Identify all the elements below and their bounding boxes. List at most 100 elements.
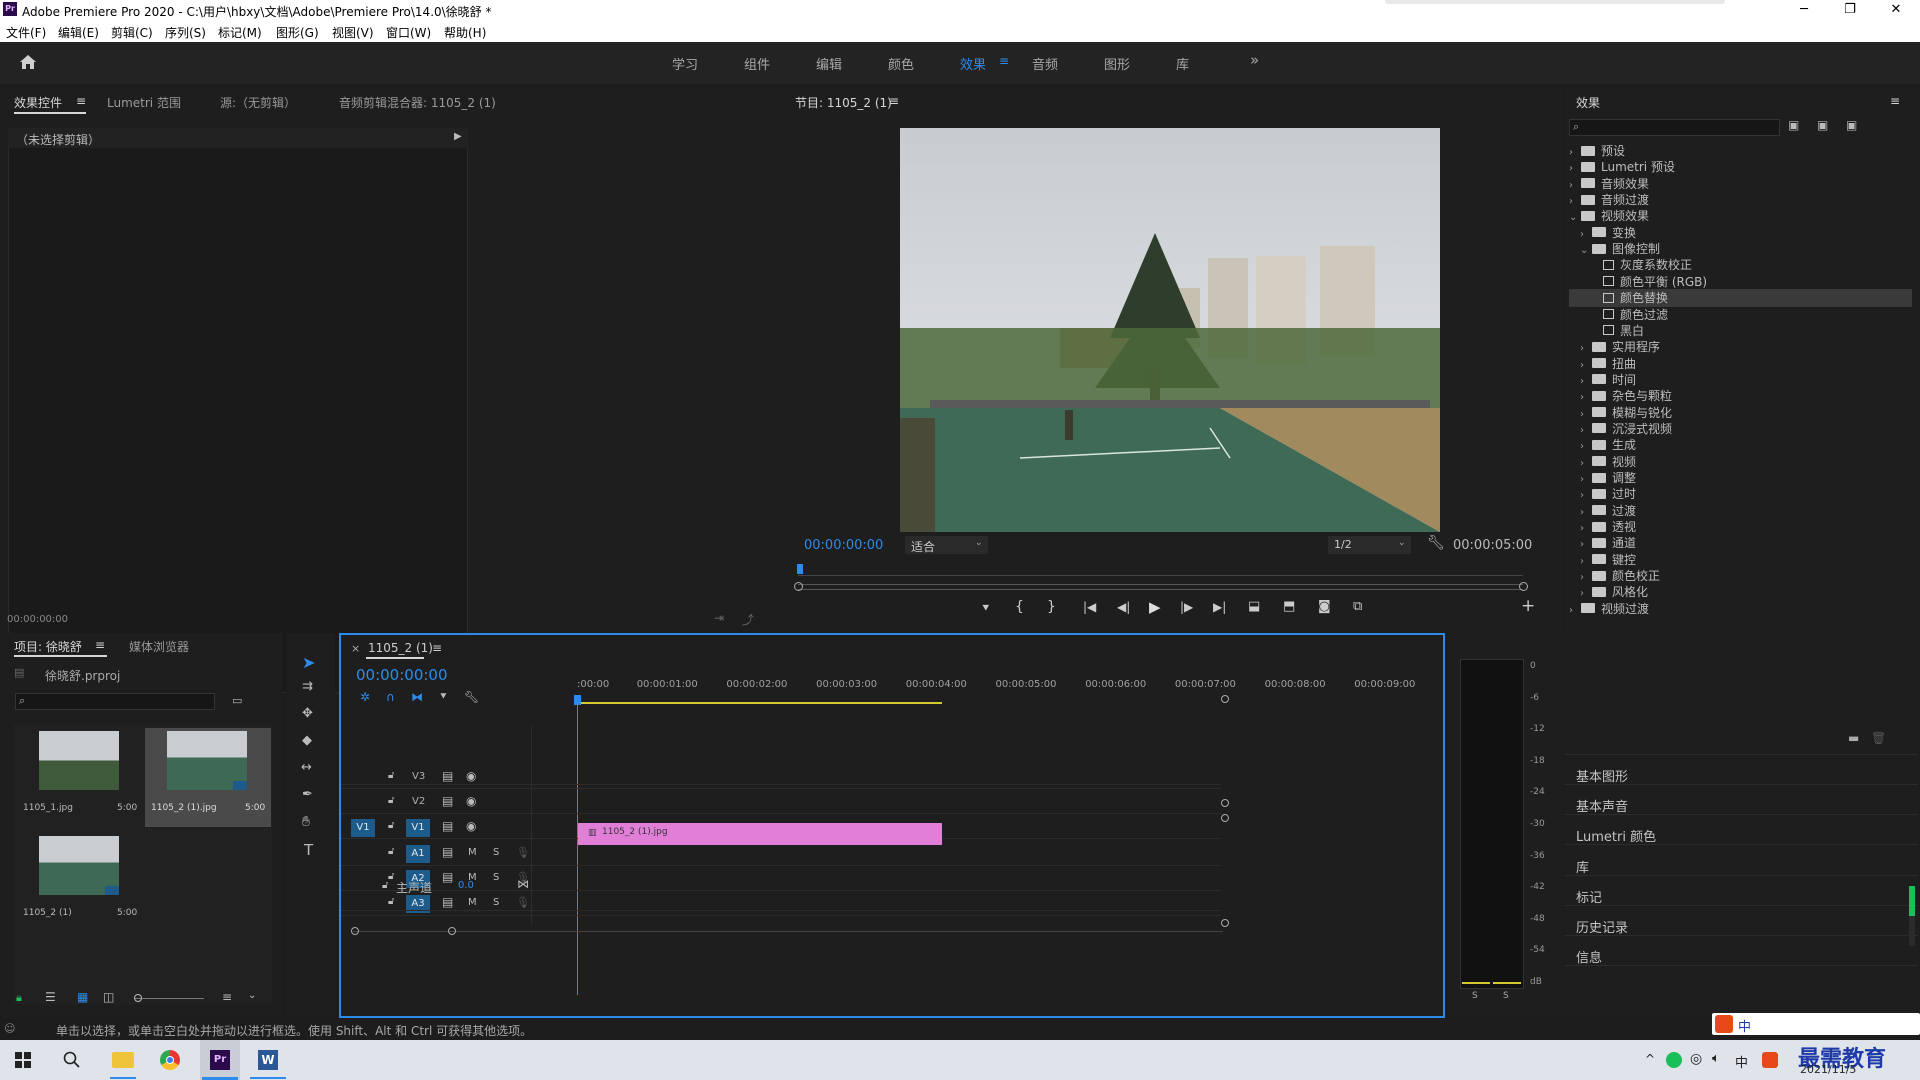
menu-graphics[interactable]: 图形(G) xyxy=(276,24,319,41)
effect-tree-item[interactable]: › 音频效果 xyxy=(1569,175,1912,193)
effect-tree-item[interactable]: › 时间 xyxy=(1569,371,1912,389)
volume-icon[interactable]: 🔈︎ xyxy=(1712,1051,1720,1066)
tab-audio-clip-mixer[interactable]: 音频剪辑混合器: 1105_2 (1) xyxy=(339,94,496,111)
lock-icon[interactable]: 🔒︎ xyxy=(16,991,22,1005)
collapsed-panel-tab[interactable]: 标记 xyxy=(1576,887,1602,906)
sync-lock-icon[interactable]: ▤ xyxy=(442,769,453,783)
effect-tree-item[interactable]: › 调整 xyxy=(1569,469,1912,487)
eye-icon[interactable]: ◉ xyxy=(466,769,476,783)
icon-view-icon[interactable]: ▦ xyxy=(77,990,88,1004)
green-scroll-indicator[interactable] xyxy=(1909,886,1915,916)
program-menu-icon[interactable]: ≡ xyxy=(889,94,899,108)
program-zoom-bar[interactable] xyxy=(798,584,1523,590)
workspace-learn[interactable]: 学习 xyxy=(672,54,698,73)
premiere-taskbar-button[interactable]: Pr xyxy=(200,1040,240,1080)
list-view-icon[interactable]: ☰ xyxy=(45,990,56,1004)
menu-marker[interactable]: 标记(M) xyxy=(218,24,262,41)
menu-view[interactable]: 视图(V) xyxy=(332,24,374,41)
project-item[interactable]: 1105_1.jpg 5:00 xyxy=(17,728,143,827)
collapsed-panel-tab[interactable]: 基本声音 xyxy=(1576,796,1628,815)
effect-tree-item[interactable]: 灰度系数校正 xyxy=(1569,256,1912,274)
work-area-bar[interactable] xyxy=(578,702,942,704)
zoom-slider-handle[interactable] xyxy=(134,994,142,1002)
collapsed-panel-tab[interactable]: 信息 xyxy=(1576,947,1602,966)
project-menu-icon[interactable]: ≡ xyxy=(95,638,105,652)
solo-button[interactable]: S xyxy=(493,872,499,883)
lock-icon[interactable]: 🔓︎ xyxy=(382,880,388,891)
effect-tree-item[interactable]: › 过时 xyxy=(1569,485,1912,503)
effect-tree-item[interactable]: 颜色平衡 (RGB) xyxy=(1569,273,1912,291)
effect-tree-item[interactable]: 颜色替换 xyxy=(1569,289,1912,308)
step-forward-icon[interactable]: |▶ xyxy=(1180,600,1193,614)
solo-button[interactable]: S xyxy=(493,897,499,908)
delete-icon[interactable]: 🗑︎ xyxy=(1871,731,1886,745)
vertical-zoom-handle[interactable] xyxy=(1221,695,1229,703)
effect-tree-item[interactable]: 黑白 xyxy=(1569,322,1912,340)
nest-icon[interactable]: ✲ xyxy=(360,690,370,704)
effect-tree-item[interactable]: › 实用程序 xyxy=(1569,338,1912,356)
close-button[interactable]: ✕ xyxy=(1876,1,1916,19)
track-label-v3[interactable]: V3 xyxy=(412,771,425,782)
project-search-input[interactable]: ⌕ xyxy=(15,693,215,710)
effects-search-input[interactable]: ⌕ xyxy=(1569,119,1780,136)
horizontal-zoom-handle[interactable] xyxy=(448,927,456,935)
tab-source[interactable]: 源:（无剪辑） xyxy=(220,94,296,111)
ripple-edit-tool-icon[interactable]: ✥ xyxy=(302,706,313,721)
sogou-icon[interactable] xyxy=(1762,1052,1778,1068)
workspace-editing[interactable]: 编辑 xyxy=(816,54,842,73)
master-link-icon[interactable]: ⋈ xyxy=(517,877,529,891)
effect-tree-item[interactable]: › 过渡 xyxy=(1569,502,1912,520)
resolution-dropdown[interactable]: 1/2 ⌄ xyxy=(1328,536,1411,554)
button-editor-plus-icon[interactable]: + xyxy=(1521,596,1535,616)
solo-left-button[interactable]: S xyxy=(1472,991,1478,1001)
lock-icon[interactable]: 🔓︎ xyxy=(388,871,394,882)
effect-tree-item[interactable]: › 通道 xyxy=(1569,534,1912,552)
go-to-out-icon[interactable]: ▶| xyxy=(1213,600,1226,614)
tab-sequence[interactable]: 1105_2 (1) xyxy=(368,641,433,655)
effect-tree-item[interactable]: › 杂色与颗粒 xyxy=(1569,387,1912,405)
snap-icon[interactable]: ∩ xyxy=(386,690,395,704)
sync-lock-icon[interactable]: ▤ xyxy=(442,794,453,808)
expand-arrow-icon[interactable]: ▶ xyxy=(454,131,462,142)
sync-lock-icon[interactable]: ▤ xyxy=(442,845,453,859)
wechat-icon[interactable] xyxy=(1666,1052,1682,1068)
camera-icon[interactable]: ◙ xyxy=(1318,599,1331,614)
mute-button[interactable]: M xyxy=(468,897,477,908)
export-frame-icon[interactable]: ⤴ xyxy=(742,611,754,628)
effect-tree-item[interactable]: 颜色过滤 xyxy=(1569,306,1912,324)
menu-help[interactable]: 帮助(H) xyxy=(444,24,486,41)
freeform-view-icon[interactable]: ◫ xyxy=(103,990,114,1004)
effect-controls-menu-icon[interactable]: ≡ xyxy=(76,94,86,108)
sort-icon[interactable]: ≡ xyxy=(222,990,232,1004)
eye-icon[interactable]: ◉ xyxy=(466,819,476,833)
sogou-logo-icon[interactable] xyxy=(1715,1015,1733,1033)
track-select-tool-icon[interactable]: ⇉ xyxy=(302,679,313,694)
menu-clip[interactable]: 剪辑(C) xyxy=(111,24,153,41)
lock-icon[interactable]: 🔓︎ xyxy=(388,795,394,806)
network-icon[interactable]: ◎ xyxy=(1690,1051,1702,1067)
mute-button[interactable]: M xyxy=(468,847,477,858)
program-mini-ruler[interactable] xyxy=(798,566,1523,576)
tab-project[interactable]: 项目: 徐晓舒 xyxy=(14,638,82,655)
accelerated-effects-icon[interactable]: ▣ xyxy=(1788,118,1799,132)
file-explorer-icon[interactable] xyxy=(112,1052,134,1068)
workspace-effects[interactable]: 效果 xyxy=(960,54,986,73)
workspace-graphics[interactable]: 图形 xyxy=(1104,54,1130,73)
zoom-handle-left[interactable] xyxy=(794,582,803,591)
workspace-overflow-button[interactable]: » xyxy=(1250,51,1259,69)
zoom-slider[interactable] xyxy=(134,998,204,999)
program-timecode-current[interactable]: 00:00:00:00 xyxy=(804,538,883,553)
effect-tree-item[interactable]: › 变换 xyxy=(1569,224,1912,242)
workspace-audio[interactable]: 音频 xyxy=(1032,54,1058,73)
add-marker-icon[interactable]: ⯆ xyxy=(439,690,448,704)
step-back-icon[interactable]: ◀| xyxy=(1117,600,1130,614)
effect-tree-item[interactable]: ⌄ 图像控制 xyxy=(1569,240,1912,258)
track-target-a1[interactable]: A1 xyxy=(406,845,430,863)
effect-tree-item[interactable]: › 颜色校正 xyxy=(1569,567,1912,585)
play-icon[interactable]: ▶ xyxy=(1149,598,1161,616)
solo-button[interactable]: S xyxy=(493,847,499,858)
type-tool-icon[interactable]: T xyxy=(304,841,313,859)
wrench-icon[interactable]: 🔧︎ xyxy=(1427,535,1445,551)
sync-lock-icon[interactable]: ▤ xyxy=(442,895,453,909)
workspace-color[interactable]: 颜色 xyxy=(888,54,914,73)
